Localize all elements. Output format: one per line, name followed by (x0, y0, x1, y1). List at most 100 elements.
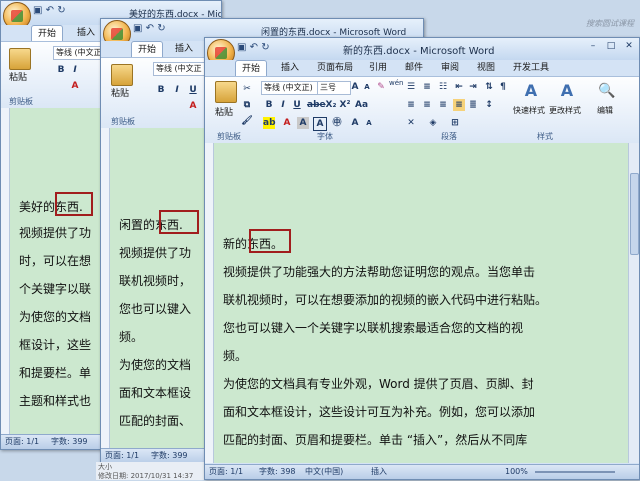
clear-format-icon[interactable]: ✎ (375, 81, 387, 93)
highlight-box (159, 210, 199, 234)
align-left-icon[interactable]: ≡ (405, 99, 417, 111)
status-page[interactable]: 页面: 1/1 (105, 449, 139, 463)
zoom-level[interactable]: 100% (505, 465, 528, 479)
text-highlight-icon[interactable]: ab (263, 117, 276, 129)
status-page[interactable]: 页面: 1/1 (209, 465, 243, 479)
font-color-icon[interactable]: A (281, 117, 293, 129)
font-color-icon[interactable]: A (69, 80, 81, 92)
shading-icon[interactable]: ◈ (427, 117, 439, 129)
distributed-icon[interactable]: ≣ (467, 99, 479, 111)
paste-icon[interactable] (111, 64, 133, 86)
tab-developer[interactable]: 开发工具 (507, 60, 555, 76)
save-icon[interactable]: ▣ (33, 5, 42, 16)
status-bar: 页面: 1/1 字数: 398 中文(中国) 插入 100% (205, 464, 639, 479)
editing-label[interactable]: 编辑 (597, 105, 613, 116)
decrease-indent-icon[interactable]: ⇤ (453, 81, 465, 93)
find-icon[interactable]: 🔍 (597, 81, 617, 101)
tab-mailings[interactable]: 邮件 (399, 60, 429, 76)
font-color-icon[interactable]: A (187, 100, 199, 112)
tab-home[interactable]: 开始 (31, 25, 64, 42)
vertical-scrollbar[interactable] (628, 143, 639, 463)
doc-line: 为使您的文档 (119, 358, 192, 372)
undo-icon[interactable]: ↶ (146, 23, 154, 34)
increase-indent-icon[interactable]: ⇥ (467, 81, 479, 93)
minimize-icon[interactable]: – (585, 40, 601, 52)
redo-icon[interactable]: ↻ (57, 5, 65, 16)
font-name-select[interactable]: 等线 (中文正) (261, 81, 319, 95)
shrink-font-alt-icon[interactable]: A (363, 117, 375, 129)
shrink-font-icon[interactable]: A (361, 81, 373, 93)
numbering-icon[interactable]: ≡ (421, 81, 433, 93)
maximize-icon[interactable]: □ (603, 40, 619, 52)
tab-page-layout[interactable]: 页面布局 (311, 60, 359, 76)
paste-icon[interactable] (215, 81, 237, 103)
save-icon[interactable]: ▣ (133, 23, 142, 34)
status-page[interactable]: 页面: 1/1 (5, 435, 39, 449)
status-mode[interactable]: 插入 (371, 465, 387, 479)
tab-home[interactable]: 开始 (131, 41, 164, 58)
cut-icon[interactable]: ✂ (241, 83, 253, 95)
format-painter-icon[interactable]: 🖌 (241, 115, 253, 127)
undo-icon[interactable]: ↶ (250, 42, 258, 53)
borders-icon[interactable]: ⊞ (449, 117, 461, 129)
italic-icon[interactable]: I (277, 99, 289, 111)
paste-label[interactable]: 粘贴 (9, 70, 27, 83)
quick-styles-icon[interactable]: A (521, 81, 541, 101)
grow-font-alt-icon[interactable]: A (349, 117, 361, 129)
phonetic-guide-icon[interactable]: wén (389, 79, 403, 87)
paste-label[interactable]: 粘贴 (215, 105, 233, 118)
bullets-icon[interactable]: ☰ (405, 81, 417, 93)
paste-icon[interactable] (9, 48, 31, 70)
bold-icon[interactable]: B (55, 64, 67, 76)
enclose-character-icon[interactable]: ㊥ (331, 117, 343, 129)
tab-insert[interactable]: 插入 (275, 60, 305, 76)
font-size-select[interactable]: 三号 (317, 81, 351, 95)
copy-icon[interactable]: ⧉ (241, 99, 253, 111)
tab-home[interactable]: 开始 (235, 60, 268, 77)
redo-icon[interactable]: ↻ (157, 23, 165, 34)
redo-icon[interactable]: ↻ (261, 42, 269, 53)
undo-icon[interactable]: ↶ (46, 5, 54, 16)
bold-icon[interactable]: B (263, 99, 275, 111)
tab-view[interactable]: 视图 (471, 60, 501, 76)
close-icon[interactable]: ✕ (621, 40, 637, 52)
justify-icon[interactable]: ≡ (453, 99, 465, 111)
zoom-slider[interactable] (535, 471, 615, 473)
italic-icon[interactable]: I (171, 84, 183, 96)
grow-font-icon[interactable]: A (349, 81, 361, 93)
scrollbar-thumb[interactable] (630, 173, 639, 255)
chinese-layout-icon[interactable]: ✕ (405, 117, 417, 129)
align-right-icon[interactable]: ≡ (437, 99, 449, 111)
change-styles-label[interactable]: 更改样式 (549, 105, 581, 116)
paste-label[interactable]: 粘贴 (111, 86, 129, 99)
show-marks-icon[interactable]: ¶ (497, 81, 509, 93)
change-styles-icon[interactable]: A (557, 81, 577, 101)
status-words[interactable]: 字数: 399 (51, 435, 88, 449)
save-icon[interactable]: ▣ (237, 42, 246, 53)
underline-icon[interactable]: U (291, 99, 303, 111)
bold-icon[interactable]: B (155, 84, 167, 96)
status-words[interactable]: 字数: 398 (259, 465, 296, 479)
superscript-icon[interactable]: X² (339, 99, 351, 111)
tab-review[interactable]: 审阅 (435, 60, 465, 76)
change-case-icon[interactable]: Aa (355, 99, 368, 111)
doc-line: 匹配的封面、 (119, 414, 192, 428)
character-border-icon[interactable]: A (313, 117, 327, 131)
character-shading-icon[interactable]: A (297, 117, 309, 129)
align-center-icon[interactable]: ≡ (421, 99, 433, 111)
multilevel-list-icon[interactable]: ☷ (437, 81, 449, 93)
status-language[interactable]: 中文(中国) (305, 465, 343, 479)
status-words[interactable]: 字数: 399 (151, 449, 188, 463)
quick-styles-label[interactable]: 快速样式 (513, 105, 545, 116)
strikethrough-icon[interactable]: abe (307, 99, 326, 111)
tab-insert[interactable]: 插入 (169, 41, 199, 57)
window-title: 新的东西.docx - Microsoft Word (343, 46, 495, 57)
line-spacing-icon[interactable]: ↕ (483, 99, 495, 111)
underline-icon[interactable]: U (187, 84, 199, 96)
tab-references[interactable]: 引用 (363, 60, 393, 76)
subscript-icon[interactable]: X₂ (325, 99, 337, 111)
doc-line: 您也可以键入一个关键字以联机搜索最适合您的文档的视 (223, 321, 524, 335)
italic-icon[interactable]: I (69, 64, 81, 76)
sort-icon[interactable]: ⇅ (483, 81, 495, 93)
tab-insert[interactable]: 插入 (71, 25, 101, 41)
